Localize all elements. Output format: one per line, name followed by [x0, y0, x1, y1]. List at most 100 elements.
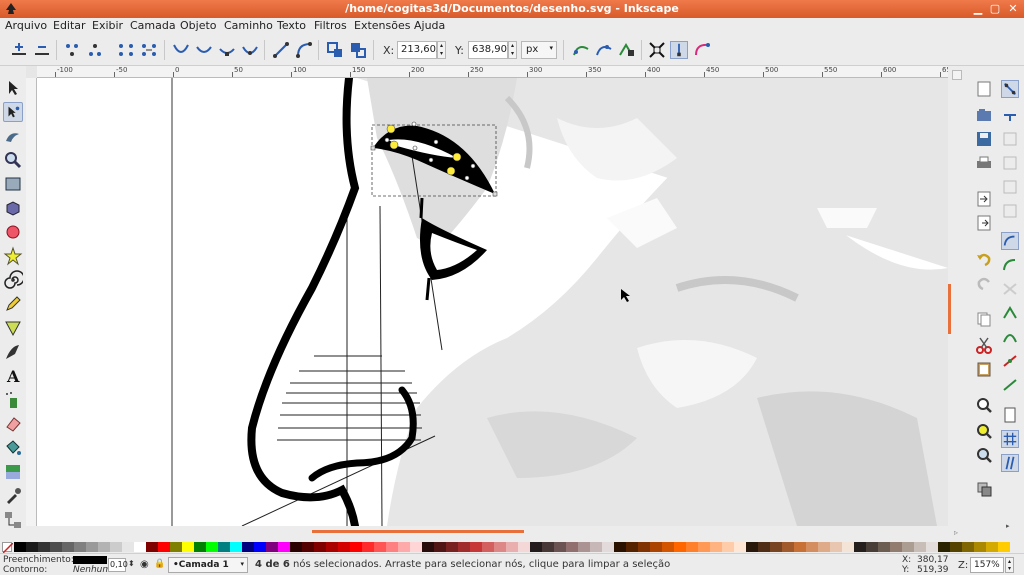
layer-select[interactable]: •Camada 1 ▾	[168, 557, 248, 573]
snap-bbox-edges-icon[interactable]	[1001, 130, 1019, 148]
color-swatch[interactable]	[758, 542, 770, 552]
snap-page-border-icon[interactable]	[1001, 406, 1019, 424]
tweak-tool-icon[interactable]	[3, 126, 23, 146]
color-swatch[interactable]	[194, 542, 206, 552]
edit-clip-path-icon[interactable]	[572, 41, 590, 59]
color-swatch[interactable]	[746, 542, 758, 552]
color-swatch[interactable]	[434, 542, 446, 552]
color-swatch[interactable]	[38, 542, 50, 552]
segment-to-line-icon[interactable]	[272, 41, 290, 59]
paste-icon[interactable]	[975, 360, 993, 378]
color-swatch[interactable]	[230, 542, 242, 552]
menu-ajuda[interactable]: Ajuda	[414, 19, 445, 32]
color-swatch[interactable]	[14, 542, 26, 552]
color-swatch[interactable]	[938, 542, 950, 552]
close-button[interactable]: ✕	[1006, 2, 1020, 16]
color-swatch[interactable]	[554, 542, 566, 552]
show-transform-handles-icon[interactable]	[648, 41, 666, 59]
color-swatch[interactable]	[986, 542, 998, 552]
zoom-tool-icon[interactable]	[3, 150, 23, 170]
unit-select[interactable]: px ▾	[521, 41, 557, 59]
ellipse-tool-icon[interactable]	[3, 222, 23, 242]
color-swatch[interactable]	[662, 542, 674, 552]
color-swatch[interactable]	[350, 542, 362, 552]
color-swatch[interactable]	[926, 542, 938, 552]
color-swatch[interactable]	[470, 542, 482, 552]
snap-intersections-icon[interactable]	[1001, 280, 1019, 298]
zoom-corner-button[interactable]	[952, 70, 962, 80]
color-swatch[interactable]	[362, 542, 374, 552]
vertical-ruler[interactable]	[26, 78, 37, 526]
color-swatch[interactable]	[734, 542, 746, 552]
gradient-tool-icon[interactable]	[3, 462, 23, 482]
delete-segment-icon[interactable]	[140, 41, 158, 59]
node-tool-icon[interactable]	[3, 102, 23, 122]
snap-object-centers-icon[interactable]	[1001, 376, 1019, 394]
color-swatch[interactable]	[638, 542, 650, 552]
color-swatch[interactable]	[170, 542, 182, 552]
color-swatch[interactable]	[890, 542, 902, 552]
minimize-button[interactable]: ▁	[971, 2, 985, 16]
color-swatch[interactable]	[74, 542, 86, 552]
fill-indicator[interactable]	[73, 556, 107, 564]
color-swatch[interactable]	[578, 542, 590, 552]
color-swatch[interactable]	[686, 542, 698, 552]
zoom-drawing-icon[interactable]	[975, 422, 993, 440]
show-handles-icon[interactable]	[670, 41, 688, 59]
color-swatch[interactable]	[998, 542, 1010, 552]
edit-mask-icon[interactable]	[595, 41, 613, 59]
star-tool-icon[interactable]	[3, 246, 23, 266]
color-swatch[interactable]	[446, 542, 458, 552]
vertical-scroll-thumb[interactable]	[948, 284, 951, 334]
menu-filtros[interactable]: Filtros	[314, 19, 347, 32]
print-icon[interactable]	[975, 154, 993, 172]
object-to-path-icon[interactable]	[326, 41, 344, 59]
color-swatch[interactable]	[218, 542, 230, 552]
color-swatch[interactable]	[698, 542, 710, 552]
import-icon[interactable]	[975, 190, 993, 208]
color-swatch[interactable]	[182, 542, 194, 552]
snap-bbox-midpoints-icon[interactable]	[1001, 178, 1019, 196]
color-swatch[interactable]	[854, 542, 866, 552]
save-icon[interactable]	[975, 130, 993, 148]
opacity-spinner-icon[interactable]: ⬍	[128, 559, 135, 568]
color-swatch[interactable]	[530, 542, 542, 552]
color-swatch[interactable]	[26, 542, 38, 552]
export-icon[interactable]	[975, 214, 993, 232]
snap-cusp-nodes-icon[interactable]	[1001, 304, 1019, 322]
color-swatch[interactable]	[206, 542, 218, 552]
cusp-node-icon[interactable]	[172, 41, 190, 59]
snap-nodes-icon[interactable]	[1001, 232, 1019, 250]
color-swatch[interactable]	[794, 542, 806, 552]
color-swatch[interactable]	[134, 542, 146, 552]
spray-tool-icon[interactable]	[3, 390, 23, 410]
copy-icon[interactable]	[975, 310, 993, 328]
eraser-tool-icon[interactable]	[3, 414, 23, 434]
horizontal-scrollbar[interactable]: ▹	[37, 526, 958, 540]
snap-bbox-icon[interactable]	[1001, 106, 1019, 124]
enable-snapping-icon[interactable]	[1001, 80, 1019, 98]
color-swatch[interactable]	[266, 542, 278, 552]
menu-objeto[interactable]: Objeto	[180, 19, 217, 32]
redo-icon[interactable]	[975, 274, 993, 292]
y-coord-input[interactable]: 638,907	[468, 41, 513, 59]
show-path-outline-icon[interactable]	[693, 41, 711, 59]
zoom-spinner[interactable]: ▴ ▾	[1005, 557, 1014, 573]
color-swatch[interactable]	[422, 542, 434, 552]
menu-caminho[interactable]: Caminho	[224, 19, 273, 32]
text-tool-icon[interactable]: A	[3, 366, 23, 386]
pencil-tool-icon[interactable]	[3, 294, 23, 314]
connector-tool-icon[interactable]	[3, 510, 23, 530]
color-swatch[interactable]	[482, 542, 494, 552]
insert-node-icon[interactable]	[10, 41, 28, 59]
stroke-indicator[interactable]: Nenhum	[73, 565, 111, 575]
color-swatch[interactable]	[458, 542, 470, 552]
color-swatch[interactable]	[518, 542, 530, 552]
color-swatch[interactable]	[818, 542, 830, 552]
color-swatch[interactable]	[650, 542, 662, 552]
horizontal-ruler[interactable]: -100 -50 0 50 100 150 200 250 300 350 400 450 500 550…	[37, 66, 948, 78]
lock-icon[interactable]: 🔒	[154, 559, 165, 569]
color-swatch[interactable]	[566, 542, 578, 552]
color-swatch[interactable]	[842, 542, 854, 552]
color-swatch[interactable]	[722, 542, 734, 552]
